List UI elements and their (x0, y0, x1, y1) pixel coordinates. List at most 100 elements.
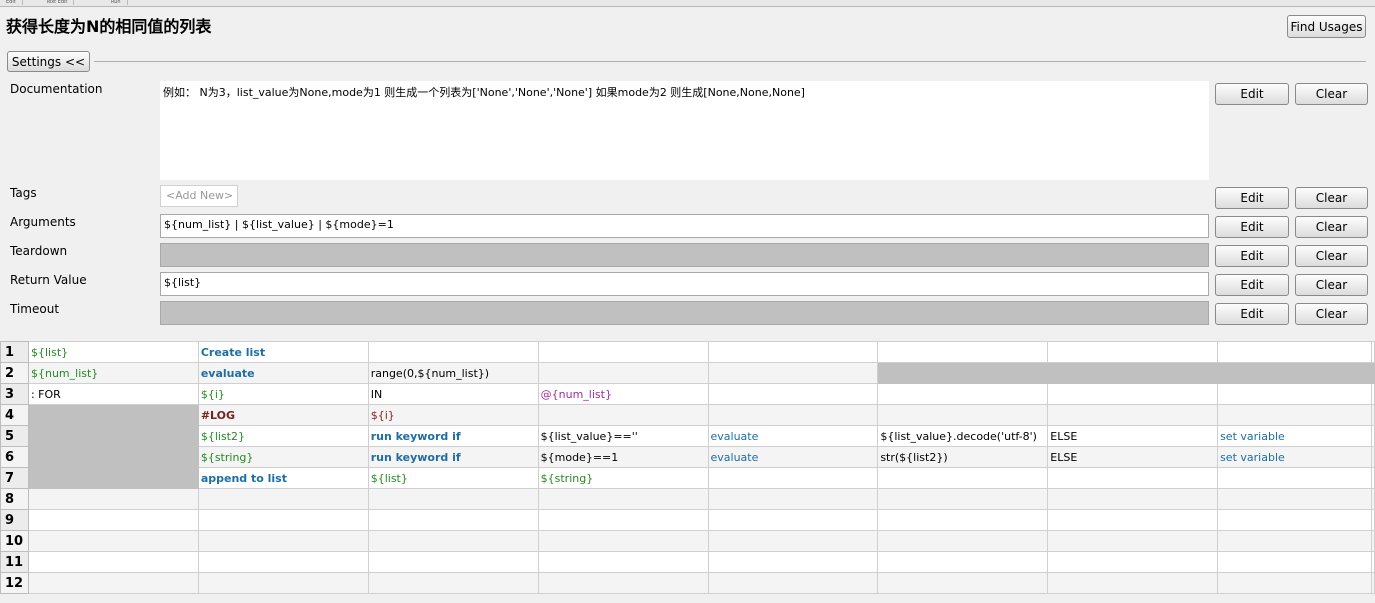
grid-cell[interactable]: str(${list2}) (877, 446, 1049, 468)
grid-cell[interactable] (1047, 488, 1219, 510)
grid-cell[interactable]: run keyword if (367, 446, 539, 468)
row-number[interactable]: 1 (0, 341, 29, 363)
grid-cell[interactable] (1371, 551, 1375, 573)
grid-cell[interactable] (707, 551, 879, 573)
grid-cell[interactable] (1371, 446, 1375, 468)
grid-cell[interactable]: ${i} (197, 383, 369, 405)
grid-cell[interactable] (537, 572, 709, 594)
grid-cell[interactable]: ELSE (1047, 446, 1219, 468)
grid-cell[interactable] (1217, 509, 1372, 531)
arguments-edit-button[interactable]: Edit (1215, 216, 1289, 238)
grid-cell[interactable]: evaluate (707, 425, 879, 447)
grid-cell[interactable] (27, 572, 199, 594)
row-number[interactable]: 4 (0, 404, 29, 426)
grid-cell[interactable] (1047, 467, 1219, 489)
grid-cell[interactable] (1217, 551, 1372, 573)
row-number[interactable]: 2 (0, 362, 29, 384)
arguments-field[interactable]: ${num_list} | ${list_value} | ${mode}=1 (160, 214, 1209, 238)
grid-cell[interactable] (537, 530, 709, 552)
grid-cell[interactable] (537, 488, 709, 510)
grid-cell[interactable] (1047, 530, 1219, 552)
grid-cell[interactable] (1217, 383, 1372, 405)
grid-cell[interactable] (27, 446, 199, 468)
grid-cell[interactable] (1047, 509, 1219, 531)
timeout-edit-button[interactable]: Edit (1215, 303, 1289, 325)
grid-cell[interactable] (27, 425, 199, 447)
documentation-clear-button[interactable]: Clear (1295, 83, 1368, 105)
row-number[interactable]: 8 (0, 488, 29, 510)
grid-cell[interactable] (1371, 362, 1375, 384)
grid-cell[interactable]: run keyword if (367, 425, 539, 447)
grid-cell[interactable]: IN (367, 383, 539, 405)
grid-cell[interactable] (877, 530, 1049, 552)
grid-cell[interactable] (707, 467, 879, 489)
teardown-clear-button[interactable]: Clear (1295, 245, 1368, 267)
grid-cell[interactable] (27, 467, 199, 489)
grid-cell[interactable] (707, 509, 879, 531)
grid-cell[interactable] (537, 509, 709, 531)
grid-cell[interactable] (707, 530, 879, 552)
grid-cell[interactable] (1371, 467, 1375, 489)
grid-cell[interactable] (707, 488, 879, 510)
timeout-clear-button[interactable]: Clear (1295, 303, 1368, 325)
grid-cell[interactable]: ${string} (537, 467, 709, 489)
grid-cell[interactable]: ${list_value}=='' (537, 425, 709, 447)
grid-cell[interactable] (197, 509, 369, 531)
grid-cell[interactable] (707, 572, 879, 594)
grid-cell[interactable]: : FOR (27, 383, 199, 405)
grid-cell[interactable] (877, 383, 1049, 405)
tags-clear-button[interactable]: Clear (1295, 187, 1368, 209)
grid-cell[interactable]: @{num_list} (537, 383, 709, 405)
grid-cell[interactable] (707, 341, 879, 363)
grid-cell[interactable] (1217, 572, 1372, 594)
tab-text-edit[interactable]: Text Edit (40, 0, 75, 5)
grid-cell[interactable] (367, 488, 539, 510)
grid-cell[interactable] (877, 509, 1049, 531)
row-number[interactable]: 5 (0, 425, 29, 447)
grid-cell[interactable]: ${list2} (197, 425, 369, 447)
grid-cell[interactable] (27, 551, 199, 573)
grid-cell[interactable]: ${i} (367, 404, 539, 426)
grid-cell[interactable] (1217, 467, 1372, 489)
grid-cell[interactable] (367, 572, 539, 594)
grid-cell[interactable] (197, 551, 369, 573)
row-number[interactable]: 3 (0, 383, 29, 405)
grid-cell[interactable]: ${list} (367, 467, 539, 489)
grid-cell[interactable] (367, 509, 539, 531)
grid-cell[interactable] (27, 530, 199, 552)
grid-cell[interactable]: append to list (197, 467, 369, 489)
grid-cell[interactable]: set variable (1217, 446, 1372, 468)
grid-cell[interactable]: range(0,${num_list}) (367, 362, 539, 384)
grid-cell[interactable] (1371, 383, 1375, 405)
grid-cell[interactable] (537, 362, 709, 384)
grid-cell[interactable] (1371, 404, 1375, 426)
row-number[interactable]: 7 (0, 467, 29, 489)
grid-cell[interactable] (1371, 488, 1375, 510)
grid-cell[interactable] (1371, 530, 1375, 552)
grid-cell[interactable] (1217, 341, 1372, 363)
grid-cell[interactable]: ${mode}==1 (537, 446, 709, 468)
teardown-field[interactable] (160, 243, 1209, 267)
grid-cell[interactable] (1371, 572, 1375, 594)
grid-cell[interactable]: ${list_value}.decode('utf-8') (877, 425, 1049, 447)
grid-cell[interactable] (537, 551, 709, 573)
row-number[interactable]: 9 (0, 509, 29, 531)
grid-cell[interactable] (1371, 509, 1375, 531)
grid-cell[interactable] (367, 341, 539, 363)
grid-cell[interactable] (367, 551, 539, 573)
timeout-field[interactable] (160, 301, 1209, 325)
grid-cell[interactable] (707, 383, 879, 405)
grid-cell[interactable] (1047, 572, 1219, 594)
find-usages-button[interactable]: Find Usages (1287, 15, 1366, 38)
grid-cell[interactable]: ${num_list} (27, 362, 199, 384)
grid-cell[interactable] (1047, 383, 1219, 405)
documentation-edit-button[interactable]: Edit (1215, 83, 1289, 105)
row-number[interactable]: 10 (0, 530, 29, 552)
grid-cell[interactable] (27, 509, 199, 531)
grid-cell[interactable]: #LOG (197, 404, 369, 426)
grid-cell[interactable] (1217, 488, 1372, 510)
settings-toggle-button[interactable]: Settings << (7, 51, 90, 72)
grid-cell[interactable] (1217, 404, 1372, 426)
grid-cell[interactable]: ${list} (27, 341, 199, 363)
grid-cell[interactable] (1047, 404, 1219, 426)
